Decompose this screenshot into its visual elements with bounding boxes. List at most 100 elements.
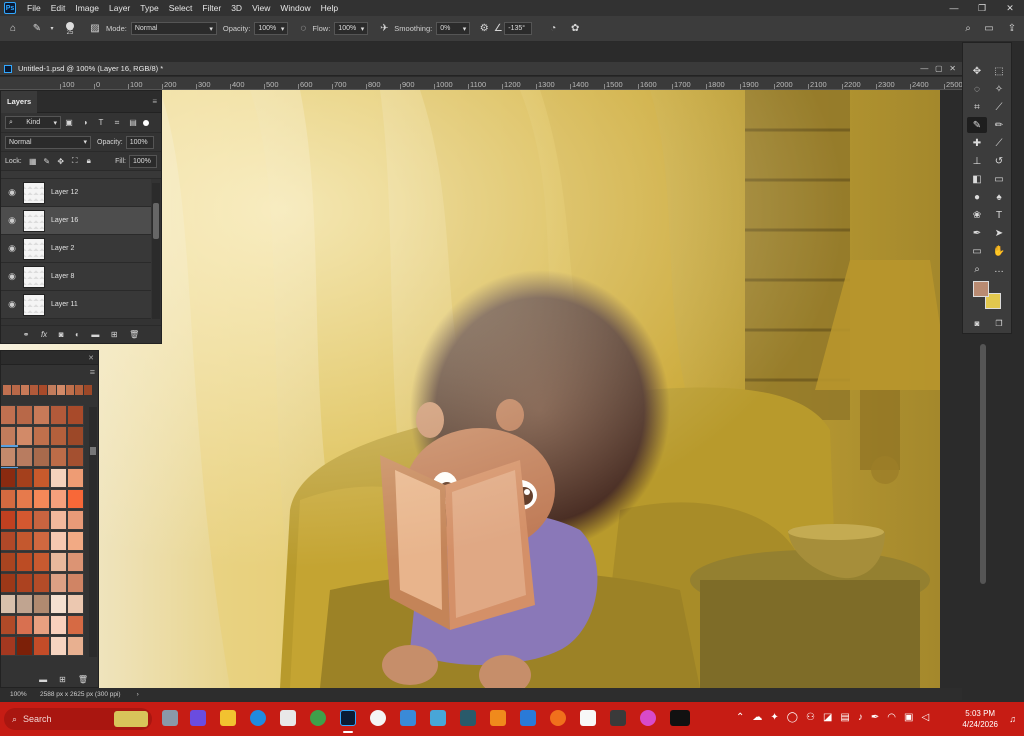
- cast-icon[interactable]: ▣: [904, 712, 913, 723]
- recent-swatch[interactable]: [66, 385, 74, 395]
- menu-edit[interactable]: Edit: [46, 3, 71, 13]
- color-swatch[interactable]: [67, 531, 84, 551]
- color-swatch[interactable]: [16, 510, 33, 530]
- lock-transparency-icon[interactable]: ▦: [26, 157, 40, 166]
- recent-swatch[interactable]: [21, 385, 29, 395]
- marquee-tool-icon[interactable]: ⬚: [989, 63, 1009, 79]
- eraser-tool-icon[interactable]: ◧: [967, 171, 987, 187]
- type-tool-icon[interactable]: T: [989, 207, 1009, 223]
- fill-input[interactable]: 100%: [129, 154, 157, 168]
- smoothing-input[interactable]: 0% ▾: [436, 22, 471, 35]
- move-tool-icon[interactable]: ✥: [967, 63, 987, 79]
- paint-icon[interactable]: [640, 710, 656, 726]
- menu-select[interactable]: Select: [164, 3, 198, 13]
- color-swatch[interactable]: [67, 615, 84, 635]
- color-swatch[interactable]: [33, 615, 50, 635]
- color-swatch[interactable]: [67, 447, 84, 467]
- color-swatch[interactable]: [1, 573, 16, 593]
- color-swatch[interactable]: [16, 468, 33, 488]
- color-swatch[interactable]: [16, 573, 33, 593]
- more-tools-icon[interactable]: …: [989, 261, 1009, 277]
- trash-icon[interactable]: 🗑︎: [129, 330, 139, 339]
- color-swatch[interactable]: [50, 426, 67, 446]
- lock-pixels-icon[interactable]: ✎: [40, 157, 54, 166]
- smudge-tool-icon[interactable]: ❀: [967, 207, 987, 223]
- lock-position-icon[interactable]: ✥: [54, 157, 68, 166]
- recent-swatch[interactable]: [57, 385, 65, 395]
- swatches-scrollbar[interactable]: [89, 407, 97, 657]
- blend-mode-select[interactable]: Normal ▾: [5, 135, 91, 149]
- opacity-input[interactable]: 100% ▾: [254, 22, 289, 35]
- menu-help[interactable]: Help: [316, 3, 343, 13]
- word-icon[interactable]: [520, 710, 536, 726]
- menu-type[interactable]: Type: [135, 3, 163, 13]
- color-swatch[interactable]: [33, 405, 50, 425]
- color-swatch[interactable]: [33, 426, 50, 446]
- copilot-icon[interactable]: [190, 710, 206, 726]
- tab-layers[interactable]: Layers: [1, 90, 38, 113]
- timer-app-icon[interactable]: [370, 710, 386, 726]
- menu-view[interactable]: View: [247, 3, 275, 13]
- panel-menu-icon[interactable]: ≡: [152, 97, 157, 106]
- color-swatch[interactable]: [50, 510, 67, 530]
- pen-menu-icon[interactable]: ✒: [871, 712, 879, 723]
- healing-tool-icon[interactable]: ✚: [967, 135, 987, 151]
- color-swatch[interactable]: [33, 552, 50, 572]
- color-swatch[interactable]: [67, 405, 84, 425]
- lock-all-icon[interactable]: 🔒︎: [82, 156, 96, 166]
- cloud-icon[interactable]: ☁: [752, 712, 762, 723]
- color-swatch[interactable]: [50, 468, 67, 488]
- clock[interactable]: 5:03 PM 4/24/2026: [962, 708, 998, 730]
- close-icon[interactable]: ✕: [996, 3, 1024, 14]
- zoom-tool-icon[interactable]: ⌕: [967, 261, 987, 277]
- color-swatch[interactable]: [1, 594, 16, 614]
- color-swatch[interactable]: [1, 468, 16, 488]
- lock-artboard-icon[interactable]: ⛶: [68, 156, 82, 166]
- rectangle-tool-icon[interactable]: ▭: [967, 243, 987, 259]
- color-swatch[interactable]: [50, 447, 67, 467]
- mode-select[interactable]: Normal ▾: [130, 22, 217, 35]
- chrome-icon[interactable]: [310, 710, 326, 726]
- color-swatch[interactable]: [50, 531, 67, 551]
- group-folder-icon[interactable]: ▬: [91, 330, 99, 339]
- vlc-icon[interactable]: [490, 710, 506, 726]
- color-swatch[interactable]: [16, 405, 33, 425]
- link-layers-icon[interactable]: ⚭: [23, 330, 30, 339]
- pencil-tool-icon[interactable]: ✏: [989, 117, 1009, 133]
- visibility-eye-icon[interactable]: ◉: [1, 271, 23, 282]
- color-swatch[interactable]: [67, 573, 84, 593]
- color-swatch[interactable]: [1, 531, 16, 551]
- color-swatch[interactable]: [16, 489, 33, 509]
- color-swatch[interactable]: [67, 552, 84, 572]
- recent-swatch[interactable]: [48, 385, 56, 395]
- visibility-eye-icon[interactable]: ◉: [1, 243, 23, 254]
- color-swatch[interactable]: [67, 468, 84, 488]
- layer-filter-select[interactable]: ⌕ Kind ▾: [5, 116, 61, 129]
- color-swatch[interactable]: [33, 489, 50, 509]
- color-swatch[interactable]: [33, 573, 50, 593]
- color-swatch[interactable]: [1, 426, 16, 446]
- type-filter-icon[interactable]: T: [93, 118, 109, 127]
- color-swatch[interactable]: [16, 594, 33, 614]
- phone-link-icon[interactable]: ⚇: [806, 712, 815, 723]
- share-icon[interactable]: ⇪: [1000, 23, 1024, 34]
- photos-icon[interactable]: [430, 710, 446, 726]
- terminal-icon[interactable]: [460, 710, 476, 726]
- calculator-icon[interactable]: [610, 710, 626, 726]
- crop-tool-icon[interactable]: ⌗: [967, 99, 987, 115]
- color-swatch[interactable]: [33, 510, 50, 530]
- panel-menu-icon[interactable]: ≡: [90, 367, 95, 377]
- magic-wand-tool-icon[interactable]: ✧: [989, 81, 1009, 97]
- recent-swatch[interactable]: [12, 385, 20, 395]
- notification-bell-icon[interactable]: ♫: [1009, 714, 1016, 724]
- chevron-up-icon[interactable]: ⌃: [736, 712, 744, 723]
- adjustment-filter-icon[interactable]: ◑: [77, 118, 93, 127]
- zoom-level[interactable]: 100%: [10, 691, 40, 698]
- search-icon[interactable]: ⌕: [958, 23, 978, 34]
- photoshop-taskbar-icon[interactable]: [340, 710, 356, 726]
- canvas-scrollbar-thumb[interactable]: [980, 344, 986, 584]
- color-swatch[interactable]: [50, 615, 67, 635]
- symmetry-icon[interactable]: ✿: [564, 23, 586, 34]
- layer-row[interactable]: ◉ Layer 16: [1, 207, 151, 235]
- quick-mask-icon[interactable]: ◙: [967, 315, 987, 331]
